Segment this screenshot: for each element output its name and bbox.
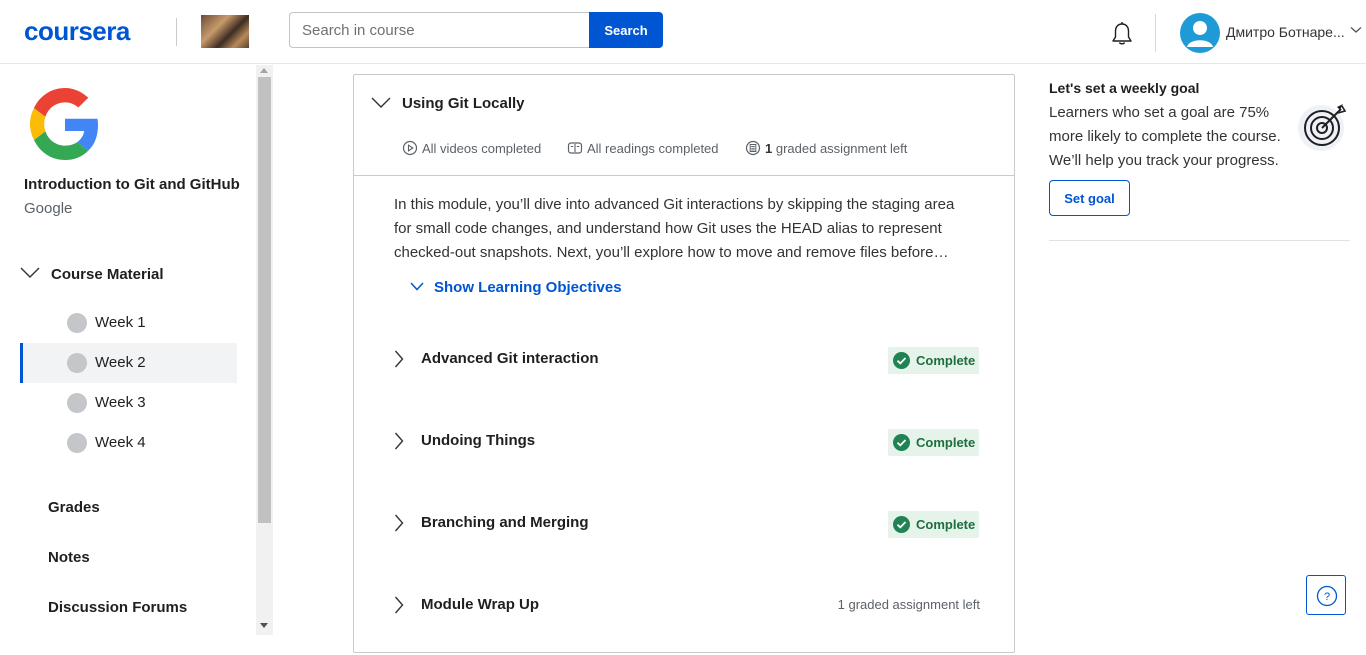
chevron-right-icon — [394, 432, 404, 450]
module-header[interactable]: Using Git Locally All videos completed A… — [354, 75, 1014, 176]
status-text: Complete — [916, 435, 976, 450]
chevron-down-icon — [20, 267, 40, 278]
header-divider — [176, 18, 177, 46]
play-circle-icon — [402, 140, 418, 156]
course-title[interactable]: Introduction to Git and GitHub — [24, 176, 240, 193]
week-status-dot — [67, 433, 87, 453]
week-status-dot — [67, 353, 87, 373]
scroll-up-arrow-icon[interactable] — [260, 68, 268, 73]
chevron-right-icon — [394, 596, 404, 614]
status-badge: Complete — [888, 511, 979, 538]
graded-count: 1 — [765, 141, 773, 156]
sidebar-item-discussion-forums[interactable]: Discussion Forums — [48, 599, 187, 616]
scrollbar-thumb[interactable] — [258, 77, 271, 523]
chevron-right-icon — [394, 514, 404, 532]
lesson-row[interactable]: Branching and Merging Complete — [354, 504, 1014, 544]
book-icon — [567, 142, 583, 154]
week-label: Week 4 — [95, 434, 146, 451]
help-icon: ? — [1316, 585, 1338, 607]
help-label: ? — [1324, 591, 1330, 603]
module-description: In this module, you’ll dive into advance… — [394, 196, 955, 261]
course-sidebar: Introduction to Git and GitHub Google Co… — [0, 65, 256, 655]
avatar[interactable] — [1180, 13, 1220, 53]
chevron-down-icon[interactable] — [1350, 26, 1362, 34]
week-label: Week 1 — [95, 314, 146, 331]
lesson-row[interactable]: Module Wrap Up 1 graded assignment left — [354, 586, 1014, 626]
status-text: Complete — [916, 353, 976, 368]
chevron-down-icon — [410, 282, 424, 291]
header-divider — [1155, 14, 1156, 52]
sidebar-scrollbar[interactable] — [256, 65, 273, 635]
chevron-down-icon[interactable] — [371, 97, 391, 109]
sidebar-item-week-2[interactable]: Week 2 — [20, 343, 237, 383]
lesson-title: Advanced Git interaction — [421, 350, 599, 367]
week-label: Week 3 — [95, 394, 146, 411]
lesson-title: Module Wrap Up — [421, 596, 540, 613]
module-card: Using Git Locally All videos completed A… — [353, 74, 1015, 653]
status-text: 1 graded assignment left — [837, 597, 980, 612]
help-button[interactable]: ? — [1306, 575, 1346, 615]
set-goal-button[interactable]: Set goal — [1049, 180, 1130, 216]
lesson-title: Undoing Things — [421, 432, 536, 449]
videos-status-text: All videos completed — [422, 141, 542, 156]
lesson-row[interactable]: Undoing Things Complete — [354, 422, 1014, 462]
week-label: Week 2 — [95, 354, 146, 371]
user-name[interactable]: Дмитро Ботнаре... — [1226, 24, 1348, 40]
google-logo-icon — [30, 88, 98, 160]
sidebar-item-notes[interactable]: Notes — [48, 549, 90, 566]
chevron-right-icon — [394, 350, 404, 368]
scroll-down-arrow-icon[interactable] — [260, 623, 268, 628]
top-navbar: coursera Search Дмитро Ботнаре... — [0, 0, 1366, 64]
sidebar-item-grades[interactable]: Grades — [48, 499, 100, 516]
status-badge: Complete — [888, 429, 979, 456]
course-org: Google — [24, 200, 73, 217]
graded-text: graded assignment left — [775, 141, 908, 156]
sidebar-item-week-4[interactable]: Week 4 — [20, 423, 237, 463]
check-circle-icon — [893, 516, 910, 533]
learning-objectives-link[interactable]: Show Learning Objectives — [434, 279, 622, 296]
course-material-label: Course Material — [51, 266, 164, 283]
check-circle-icon — [893, 352, 910, 369]
coursera-logo[interactable]: coursera — [24, 16, 130, 47]
week-status-dot — [67, 313, 87, 333]
panel-divider — [1049, 240, 1350, 241]
lesson-title: Branching and Merging — [421, 514, 589, 531]
partner-thumbnail[interactable] — [201, 15, 249, 48]
goal-description: Learners who set a goal are 75% more lik… — [1049, 104, 1281, 169]
user-icon — [1187, 21, 1213, 47]
search-button[interactable]: Search — [589, 12, 663, 48]
goal-title: Let's set a weekly goal — [1049, 80, 1200, 96]
sidebar-item-week-1[interactable]: Week 1 — [20, 303, 237, 343]
target-icon — [1298, 104, 1347, 151]
search-input[interactable] — [289, 12, 589, 48]
week-status-dot — [67, 393, 87, 413]
assignment-icon — [745, 140, 761, 156]
check-circle-icon — [893, 434, 910, 451]
readings-status-text: All readings completed — [587, 141, 719, 156]
module-title: Using Git Locally — [402, 95, 525, 112]
graded-status-text: 1 graded assignment left — [765, 141, 907, 156]
lesson-row[interactable]: Advanced Git interaction Complete — [354, 340, 1014, 380]
sidebar-item-week-3[interactable]: Week 3 — [20, 383, 237, 423]
status-badge: Complete — [888, 347, 979, 374]
status-text: Complete — [916, 517, 976, 532]
bell-icon[interactable] — [1108, 20, 1136, 48]
